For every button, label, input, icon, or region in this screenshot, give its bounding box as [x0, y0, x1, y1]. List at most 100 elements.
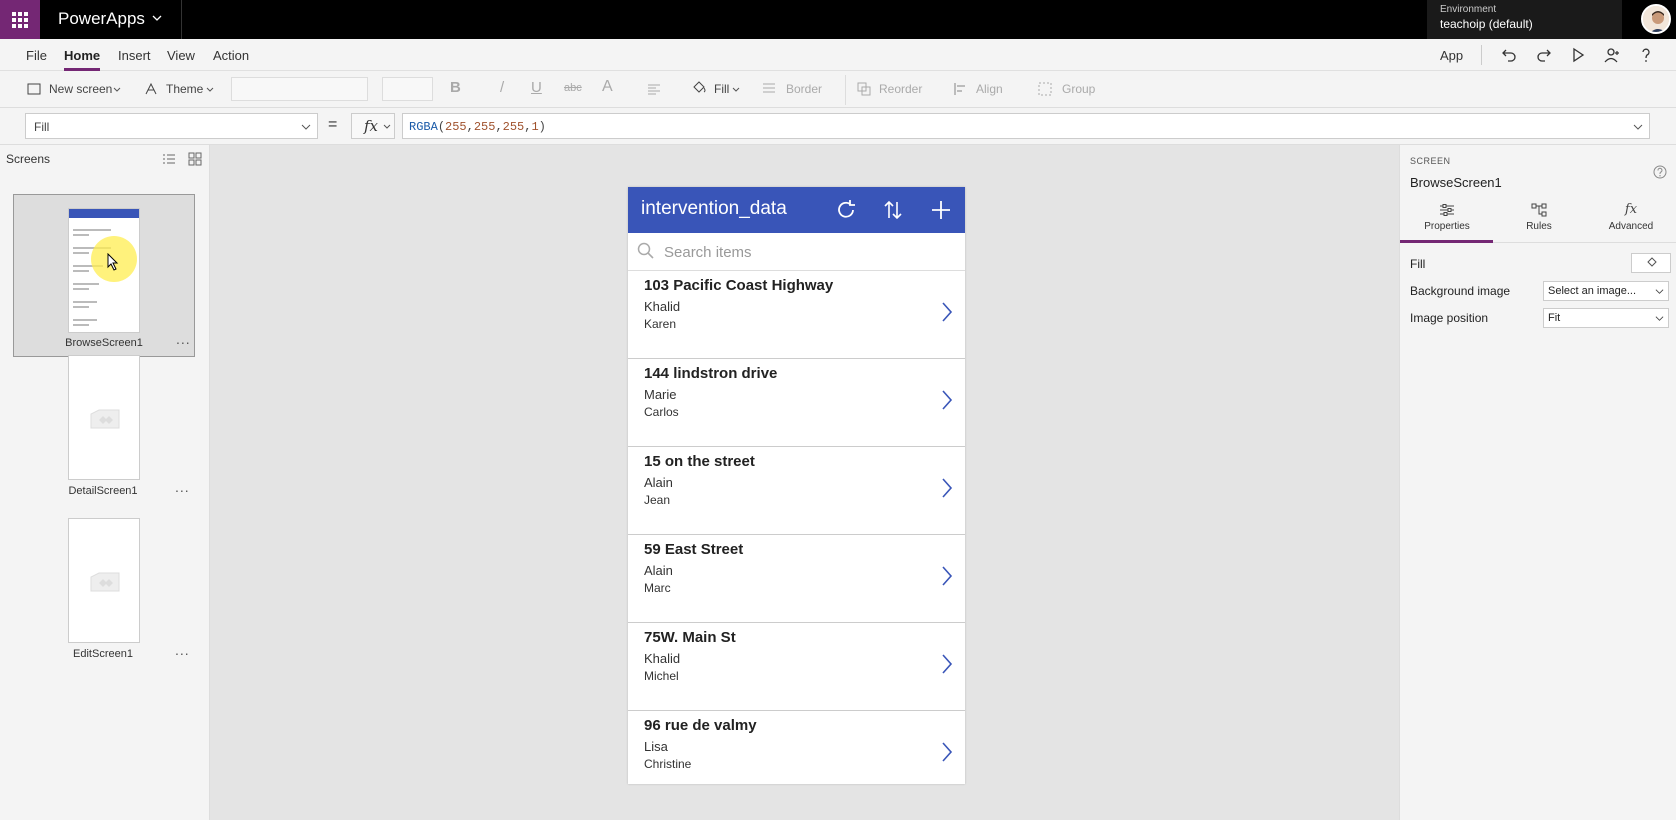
design-canvas[interactable]: intervention_data 103 Pacific Coast High…: [210, 145, 1399, 820]
menu-home[interactable]: Home: [64, 48, 100, 63]
background-image-value: Select an image...: [1548, 285, 1637, 297]
screen-thumbnail-detail[interactable]: DetailScreen1 ...: [13, 355, 195, 510]
chevron-down-icon[interactable]: [732, 87, 740, 93]
more-options-button[interactable]: ...: [175, 479, 190, 495]
border-button[interactable]: Border: [786, 82, 822, 96]
app-name[interactable]: PowerApps: [58, 9, 145, 29]
help-icon[interactable]: [1653, 165, 1667, 179]
group-button[interactable]: Group: [1062, 82, 1095, 96]
app-launcher-button[interactable]: [0, 0, 40, 39]
add-icon[interactable]: [930, 199, 952, 221]
user-share-icon[interactable]: [1604, 47, 1620, 63]
chevron-right-icon[interactable]: [941, 565, 953, 587]
text-align-icon[interactable]: [647, 82, 661, 96]
chevron-right-icon[interactable]: [941, 477, 953, 499]
selected-name: BrowseScreen1: [1410, 175, 1502, 190]
active-tab-underline: [1400, 240, 1493, 243]
fill-color-picker[interactable]: [1631, 253, 1671, 273]
search-icon: [637, 242, 654, 259]
app-header: intervention_data: [628, 187, 965, 233]
item-subtitle: Marie: [644, 387, 677, 402]
grid-view-icon[interactable]: [188, 152, 202, 166]
screen-thumbnail-edit[interactable]: EditScreen1 ...: [13, 518, 195, 673]
placeholder-image-icon: [90, 409, 120, 429]
sliders-icon: [1440, 204, 1454, 216]
border-icon: [763, 83, 775, 93]
chevron-right-icon[interactable]: [941, 389, 953, 411]
font-size-select[interactable]: [382, 77, 433, 101]
menu-view[interactable]: View: [167, 48, 195, 63]
align-button[interactable]: Align: [976, 82, 1003, 96]
align-icon: [954, 83, 965, 95]
bold-button[interactable]: B: [450, 79, 461, 96]
chevron-down-icon[interactable]: [206, 87, 214, 93]
chevron-right-icon[interactable]: [941, 653, 953, 675]
sort-icon[interactable]: [882, 199, 904, 221]
chevron-down-icon: [1655, 316, 1664, 321]
gallery-item[interactable]: 15 on the street Alain Jean: [628, 447, 965, 535]
font-family-select[interactable]: [231, 77, 368, 101]
divider: [845, 75, 846, 105]
app-settings-button[interactable]: App: [1440, 48, 1463, 63]
environment-value: teachoip (default): [1440, 17, 1533, 31]
screen-thumbnail-browse[interactable]: BrowseScreen1 ...: [13, 194, 195, 357]
formula-function: RGBA: [409, 120, 438, 134]
chevron-down-icon[interactable]: [113, 87, 121, 93]
play-icon[interactable]: [1570, 47, 1586, 63]
gallery-item[interactable]: 59 East Street Alain Marc: [628, 535, 965, 623]
menu-file[interactable]: File: [26, 48, 47, 63]
fx-button[interactable]: fx: [351, 113, 395, 139]
fill-button[interactable]: Fill: [714, 82, 729, 96]
image-position-value: Fit: [1548, 312, 1561, 324]
gallery-item[interactable]: 144 lindstron drive Marie Carlos: [628, 359, 965, 447]
underline-button[interactable]: U: [531, 79, 542, 96]
search-input[interactable]: [664, 242, 954, 262]
undo-icon[interactable]: [1501, 47, 1517, 63]
image-position-select[interactable]: Fit: [1543, 308, 1669, 328]
chevron-right-icon[interactable]: [941, 301, 953, 323]
reorder-button[interactable]: Reorder: [879, 82, 922, 96]
item-subtitle: Khalid: [644, 299, 681, 314]
fill-label: Fill: [1410, 257, 1426, 271]
environment-picker[interactable]: Environment teachoip (default): [1427, 0, 1622, 39]
tab-properties[interactable]: Properties: [1401, 202, 1493, 238]
tab-label: Rules: [1526, 221, 1552, 232]
divider: [1481, 45, 1482, 65]
help-icon[interactable]: [1638, 47, 1654, 63]
formula-paren-open: (: [437, 120, 446, 134]
menu-insert[interactable]: Insert: [118, 48, 151, 63]
app-screen-preview[interactable]: intervention_data 103 Pacific Coast High…: [628, 187, 965, 784]
more-options-button[interactable]: ...: [175, 642, 190, 658]
gallery-item[interactable]: 103 Pacific Coast Highway Khalid Karen: [628, 271, 965, 359]
italic-button[interactable]: /: [500, 79, 504, 96]
item-body: Jean: [644, 493, 671, 507]
redo-icon[interactable]: [1536, 47, 1552, 63]
screens-pane: Screens BrowseScreen1 ... DetailScreen1 …: [0, 145, 210, 820]
more-options-button[interactable]: ...: [176, 331, 191, 347]
item-body: Christine: [644, 757, 692, 771]
avatar[interactable]: [1641, 4, 1671, 34]
chevron-down-icon[interactable]: [1633, 122, 1643, 132]
tab-rules[interactable]: Rules: [1493, 202, 1585, 238]
formula-input[interactable]: RGBA(255,255,255,1): [402, 113, 1650, 139]
theme-button[interactable]: Theme: [166, 82, 203, 96]
new-screen-button[interactable]: New screen: [49, 82, 112, 96]
strikethrough-button[interactable]: abc: [564, 82, 582, 94]
item-subtitle: Lisa: [644, 739, 668, 754]
background-image-select[interactable]: Select an image...: [1543, 281, 1669, 301]
property-select[interactable]: Fill: [25, 113, 318, 139]
ribbon-toolbar: New screen Theme B / U abc A Fill Border…: [0, 71, 1676, 108]
font-color-button[interactable]: A: [602, 78, 613, 96]
fx-icon: fx: [1624, 202, 1638, 217]
chevron-right-icon[interactable]: [941, 741, 953, 763]
screen-preview: [68, 518, 140, 643]
chevron-down-icon[interactable]: [152, 13, 162, 23]
menu-action[interactable]: Action: [213, 48, 249, 63]
refresh-icon[interactable]: [835, 199, 857, 221]
gallery-item[interactable]: 96 rue de valmy Lisa Christine: [628, 711, 965, 784]
fx-icon: fx: [364, 117, 379, 135]
tab-advanced[interactable]: fx Advanced: [1585, 202, 1676, 238]
list-view-icon[interactable]: [162, 152, 176, 166]
rules-icon: [1531, 203, 1547, 217]
gallery-item[interactable]: 75W. Main St Khalid Michel: [628, 623, 965, 711]
